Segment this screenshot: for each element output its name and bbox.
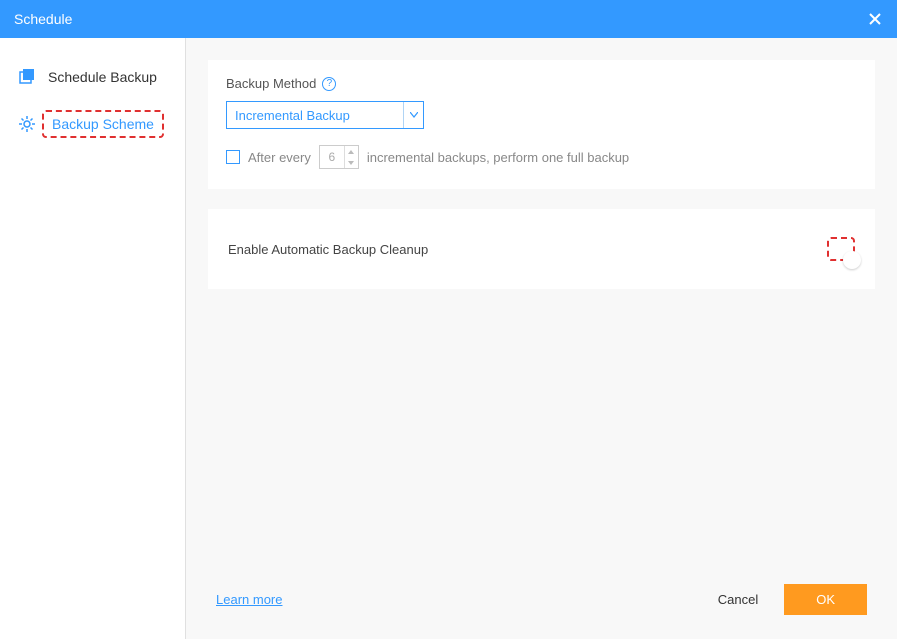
dialog-footer: Learn more Cancel OK (208, 566, 875, 639)
learn-more-link[interactable]: Learn more (216, 592, 282, 607)
toggle-knob (843, 251, 861, 269)
sidebar: Schedule Backup Backup Scheme (0, 38, 186, 639)
highlight-annotation (827, 237, 855, 261)
after-every-row: After every 6 incremental backups, p (226, 145, 857, 169)
after-every-checkbox[interactable] (226, 150, 240, 164)
backup-method-label: Backup Method (226, 76, 316, 91)
help-icon[interactable]: ? (322, 77, 336, 91)
backup-method-panel: Backup Method ? Incremental Backup After… (208, 60, 875, 189)
spinner-down-icon[interactable] (345, 157, 358, 168)
number-spinners (344, 146, 358, 168)
after-every-prefix: After every (248, 150, 311, 165)
window-title: Schedule (14, 11, 72, 27)
sidebar-item-label: Schedule Backup (48, 69, 157, 85)
close-icon[interactable] (867, 11, 883, 27)
cancel-button[interactable]: Cancel (700, 584, 776, 615)
titlebar: Schedule (0, 0, 897, 38)
footer-buttons: Cancel OK (700, 584, 867, 615)
ok-button[interactable]: OK (784, 584, 867, 615)
sidebar-item-schedule-backup[interactable]: Schedule Backup (0, 56, 185, 98)
dropdown-selected-value: Incremental Backup (227, 102, 403, 128)
schedule-dialog: Schedule Schedule Backup Backup Scheme (0, 0, 897, 639)
backup-icon (18, 68, 36, 86)
cleanup-panel: Enable Automatic Backup Cleanup (208, 209, 875, 289)
backup-method-dropdown[interactable]: Incremental Backup (226, 101, 424, 129)
sidebar-item-label: Backup Scheme (52, 116, 154, 132)
highlight-annotation: Backup Scheme (42, 110, 164, 138)
dialog-body: Schedule Backup Backup Scheme Backup Met… (0, 38, 897, 639)
number-value: 6 (320, 146, 344, 168)
gear-icon (18, 115, 36, 133)
main-content: Backup Method ? Incremental Backup After… (186, 38, 897, 639)
backup-method-label-row: Backup Method ? (226, 76, 857, 91)
sidebar-item-backup-scheme[interactable]: Backup Scheme (0, 98, 185, 150)
spinner-up-icon[interactable] (345, 146, 358, 157)
cleanup-label: Enable Automatic Backup Cleanup (228, 242, 428, 257)
after-every-suffix: incremental backups, perform one full ba… (367, 150, 629, 165)
chevron-down-icon (403, 102, 423, 128)
after-every-count-input[interactable]: 6 (319, 145, 359, 169)
